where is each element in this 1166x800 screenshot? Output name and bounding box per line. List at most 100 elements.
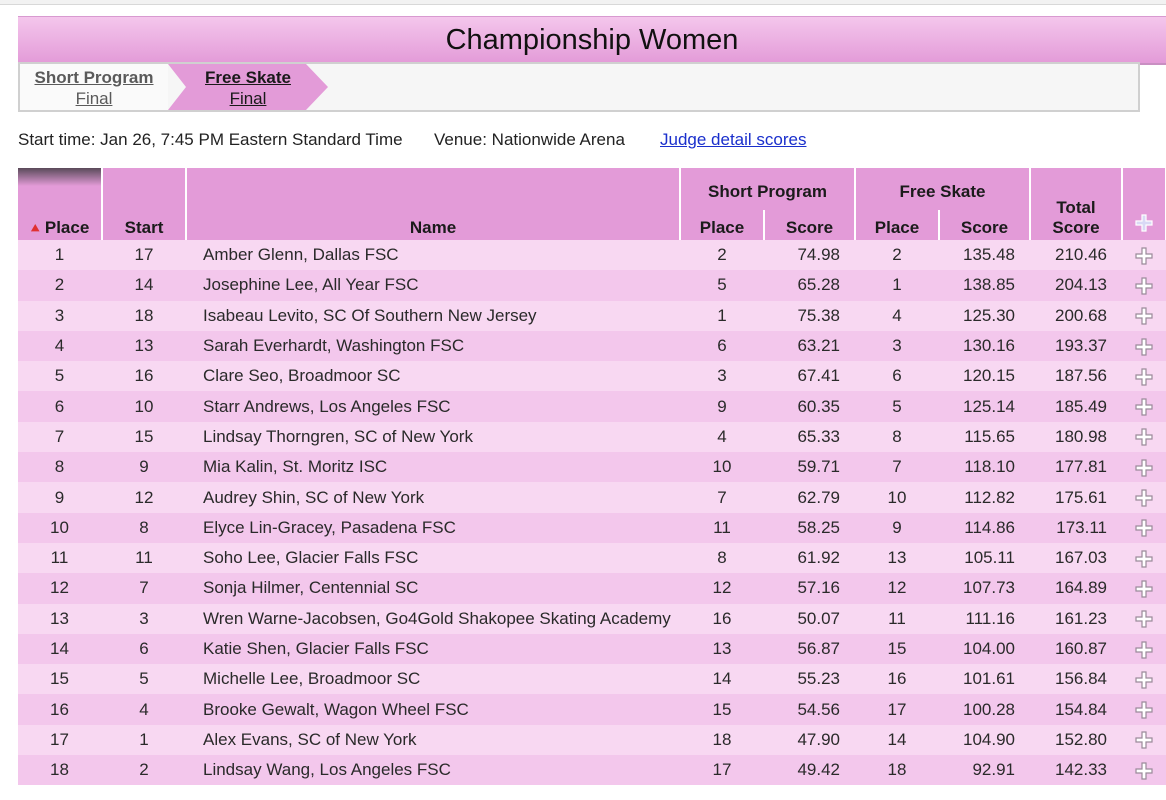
plus-expand-icon[interactable]: [1135, 368, 1153, 386]
plus-expand-icon[interactable]: [1135, 247, 1153, 265]
cell-sp-score: 65.33: [764, 421, 855, 453]
table-row: 12 7 Sonja Hilmer, Centennial SC 12 57.16 12 1…: [18, 573, 1166, 604]
row-expand-cell[interactable]: [1122, 603, 1166, 634]
cell-total-score: 160.87: [1030, 633, 1122, 665]
cell-place: 2: [18, 270, 102, 301]
tab-short-program-label[interactable]: Short Program: [20, 67, 168, 88]
row-expand-cell[interactable]: [1122, 694, 1166, 725]
cell-fs-score: 125.14: [939, 391, 1030, 422]
plus-expand-icon[interactable]: [1135, 489, 1153, 507]
tab-free-skate[interactable]: Free Skate Final: [168, 64, 328, 110]
cell-place: 3: [18, 300, 102, 331]
header-fs-place[interactable]: Place: [855, 210, 940, 240]
header-fs-score[interactable]: Score: [938, 210, 1031, 240]
cell-start: 10: [102, 391, 186, 422]
cell-fs-place: 13: [855, 542, 939, 574]
tab-free-skate-sublabel[interactable]: Final: [168, 88, 328, 109]
plus-expand-icon[interactable]: [1135, 459, 1153, 477]
cell-sp-score: 74.98: [764, 240, 855, 271]
cell-total-score: 177.81: [1030, 452, 1122, 483]
cell-sp-score: 54.56: [764, 694, 855, 725]
cell-start: 2: [102, 755, 186, 786]
cell-fs-place: 11: [855, 603, 939, 634]
plus-expand-icon[interactable]: [1135, 337, 1153, 356]
cell-fs-place: 10: [855, 482, 939, 513]
plus-expand-icon[interactable]: [1135, 398, 1153, 416]
row-expand-cell[interactable]: [1122, 664, 1166, 695]
header-place[interactable]: ⯅ Place: [18, 168, 103, 240]
cell-start: 3: [102, 603, 186, 634]
cell-sp-score: 47.90: [764, 724, 855, 756]
cell-place: 16: [18, 694, 102, 725]
row-expand-cell[interactable]: [1122, 542, 1166, 574]
table-row: 18 2 Lindsay Wang, Los Angeles FSC 17 49.42 1…: [18, 755, 1166, 786]
row-expand-cell[interactable]: [1122, 361, 1166, 392]
row-expand-cell[interactable]: [1122, 452, 1166, 483]
table-row: 3 18 Isabeau Levito, SC Of Southern New Je…: [18, 300, 1166, 331]
cell-name: Alex Evans, SC of New York: [186, 724, 680, 756]
cell-sp-place: 12: [680, 573, 764, 604]
plus-expand-icon[interactable]: [1135, 762, 1153, 780]
row-expand-cell[interactable]: [1122, 270, 1166, 301]
header-total-score[interactable]: Total Score: [1030, 168, 1123, 240]
cell-sp-place: 11: [680, 512, 764, 543]
row-expand-cell[interactable]: [1122, 512, 1166, 543]
plus-expand-icon[interactable]: [1135, 580, 1153, 598]
tab-free-skate-label[interactable]: Free Skate: [168, 67, 328, 88]
cell-fs-score: 104.00: [939, 633, 1030, 665]
judge-detail-scores-link[interactable]: Judge detail scores: [660, 130, 806, 150]
header-name[interactable]: Name: [186, 168, 681, 240]
table-row: 8 9 Mia Kalin, St. Moritz ISC 10 59.71 7 118.1…: [18, 452, 1166, 483]
cell-start: 1: [102, 724, 186, 756]
header-expand-all[interactable]: [1122, 168, 1166, 240]
cell-sp-place: 3: [680, 361, 764, 392]
row-expand-cell[interactable]: [1122, 421, 1166, 453]
header-sp-score[interactable]: Score: [763, 210, 856, 240]
row-expand-cell[interactable]: [1122, 573, 1166, 604]
sort-ascending-icon[interactable]: ⯅: [30, 220, 41, 236]
cell-sp-place: 17: [680, 755, 764, 786]
tab-short-program[interactable]: Short Program Final: [20, 64, 168, 110]
plus-expand-icon[interactable]: [1135, 277, 1153, 295]
plus-expand-icon[interactable]: [1135, 610, 1153, 628]
cell-place: 10: [18, 512, 102, 543]
header-total-line1: Total: [1056, 198, 1096, 217]
row-expand-cell[interactable]: [1122, 633, 1166, 665]
cell-name: Josephine Lee, All Year FSC: [186, 270, 680, 301]
plus-expand-icon[interactable]: [1135, 519, 1153, 537]
cell-start: 7: [102, 573, 186, 604]
cell-name: Soho Lee, Glacier Falls FSC: [186, 542, 680, 574]
cell-fs-score: 100.28: [939, 694, 1030, 725]
cell-name: Katie Shen, Glacier Falls FSC: [186, 633, 680, 665]
cell-name: Audrey Shin, SC of New York: [186, 482, 680, 513]
plus-expand-icon[interactable]: [1135, 731, 1153, 750]
header-start[interactable]: Start: [102, 168, 187, 240]
row-expand-cell[interactable]: [1122, 330, 1166, 362]
cell-total-score: 173.11: [1030, 512, 1122, 543]
cell-name: Wren Warne-Jacobsen, Go4Gold Shakopee Sk…: [186, 603, 680, 634]
row-expand-cell[interactable]: [1122, 240, 1166, 271]
row-expand-cell[interactable]: [1122, 482, 1166, 513]
cell-place: 17: [18, 724, 102, 756]
cell-total-score: 154.84: [1030, 694, 1122, 725]
plus-expand-icon[interactable]: [1135, 671, 1153, 689]
row-expand-cell[interactable]: [1122, 391, 1166, 422]
table-row: 9 12 Audrey Shin, SC of New York 7 62.79 10 11…: [18, 482, 1166, 513]
cell-fs-place: 18: [855, 755, 939, 786]
plus-expand-icon[interactable]: [1135, 550, 1153, 568]
header-sp-place[interactable]: Place: [680, 210, 765, 240]
plus-expand-icon[interactable]: [1135, 307, 1153, 325]
plus-expand-icon[interactable]: [1135, 640, 1153, 659]
tab-short-program-sublabel[interactable]: Final: [20, 88, 168, 109]
table-row: 7 15 Lindsay Thorngren, SC of New York 4 65.…: [18, 421, 1166, 453]
plus-expand-icon[interactable]: [1135, 701, 1153, 719]
row-expand-cell[interactable]: [1122, 755, 1166, 786]
cell-fs-place: 5: [855, 391, 939, 422]
plus-expand-icon[interactable]: [1135, 214, 1153, 232]
plus-expand-icon[interactable]: [1135, 428, 1153, 447]
cell-fs-score: 120.15: [939, 361, 1030, 392]
row-expand-cell[interactable]: [1122, 300, 1166, 331]
header-place-label[interactable]: Place: [45, 218, 89, 237]
cell-fs-score: 118.10: [939, 452, 1030, 483]
row-expand-cell[interactable]: [1122, 724, 1166, 756]
